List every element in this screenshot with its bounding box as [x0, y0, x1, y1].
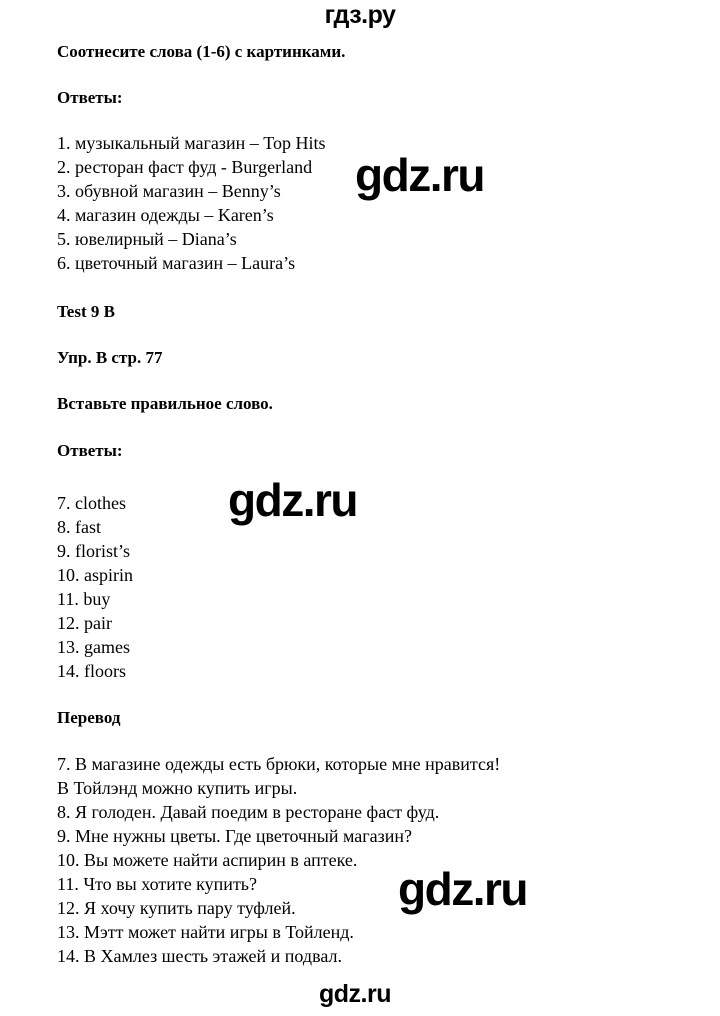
list-item: 9. Мне нужны цветы. Где цветочный магази…: [57, 826, 412, 846]
list-item: 13. Мэтт может найти игры в Тойленд.: [57, 922, 354, 942]
list-item: 9. florist’s: [57, 541, 131, 561]
exercise-reference: Упр. B стр. 77: [57, 348, 163, 367]
page-root: { "site": { "logo_top": "гдз.ру", "water…: [0, 0, 720, 1016]
list-item: 7. В магазине одежды есть брюки, которые…: [57, 754, 501, 774]
list-item: 10. aspirin: [57, 565, 133, 585]
watermark: gdz.ru: [319, 980, 392, 1008]
list-item: 6. цветочный магазин – Laura’s: [57, 253, 296, 273]
list-item: 12. pair: [57, 613, 112, 633]
test-label: Test 9 B: [57, 302, 115, 321]
list-item: 14. floors: [57, 661, 126, 681]
list-item: 4. магазин одежды – Karen’s: [57, 205, 274, 225]
list-item: 13. games: [57, 637, 130, 657]
test-answers-heading: Ответы:: [57, 441, 123, 460]
list-item: 11. buy: [57, 589, 111, 609]
watermark: gdz.ru: [355, 149, 485, 201]
list-item: В Тойлэнд можно купить игры.: [57, 778, 298, 798]
test-answers-list: 7. clothes 8. fast 9. florist’s 10. aspi…: [57, 491, 133, 683]
translation-heading-block: Перевод: [57, 707, 120, 728]
list-item: 8. Я голоден. Давай поедим в ресторане ф…: [57, 802, 440, 822]
translation-heading: Перевод: [57, 708, 121, 727]
list-item: 14. В Хамлез шесть этажей и подвал.: [57, 946, 342, 966]
task-title: Соотнесите слова (1-6) с картинками.: [57, 42, 346, 61]
list-item: 7. clothes: [57, 493, 126, 513]
list-item: 1. музыкальный магазин – Top Hits: [57, 133, 326, 153]
test-answers-heading-block: Ответы:: [57, 440, 123, 461]
task-answers-list: 1. музыкальный магазин – Top Hits 2. рес…: [57, 131, 326, 275]
watermark: gdz.ru: [398, 863, 528, 915]
list-item: 3. обувной магазин – Benny’s: [57, 181, 281, 201]
list-item: 5. ювелирный – Diana’s: [57, 229, 237, 249]
watermark: gdz.ru: [228, 474, 358, 526]
instruction-text: Вставьте правильное слово.: [57, 394, 273, 413]
exercise-reference-block: Упр. B стр. 77: [57, 347, 162, 368]
translation-list: 7. В магазине одежды есть брюки, которые…: [57, 752, 500, 968]
test-label-block: Test 9 B: [57, 301, 115, 322]
site-logo[interactable]: гдз.ру: [0, 0, 720, 30]
task-title-block: Соотнесите слова (1-6) с картинками.: [57, 41, 345, 62]
task-answers-heading-block: Ответы:: [57, 87, 123, 108]
list-item: 8. fast: [57, 517, 101, 537]
task-answers-heading: Ответы:: [57, 88, 123, 107]
list-item: 2. ресторан фаст фуд - Burgerland: [57, 157, 313, 177]
instruction-block: Вставьте правильное слово.: [57, 393, 273, 414]
